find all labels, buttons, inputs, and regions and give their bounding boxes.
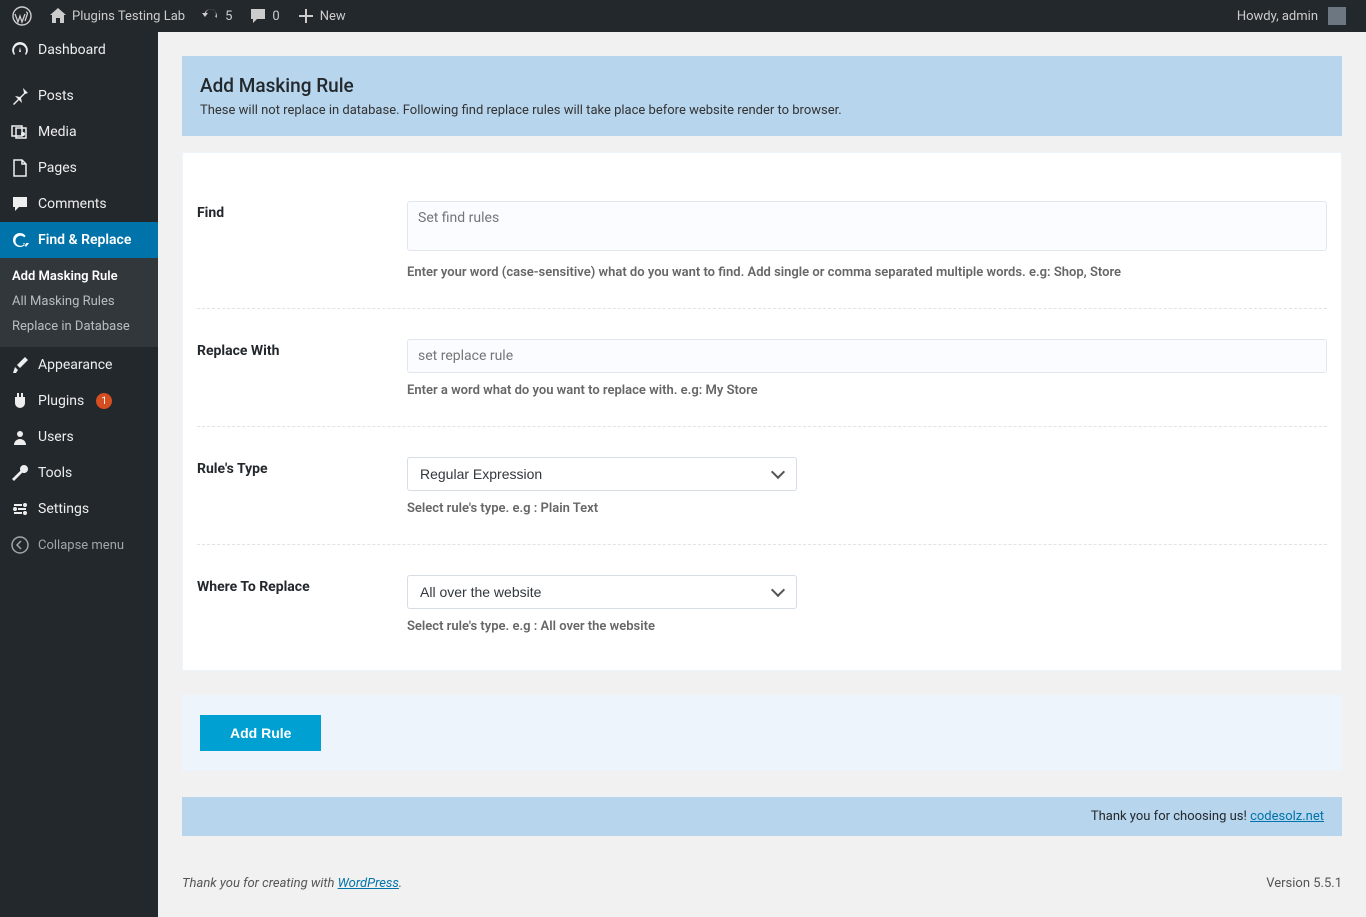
thanks-text: Thank you for choosing us! <box>1091 809 1250 824</box>
type-select[interactable]: Regular Expression <box>407 457 797 491</box>
menu-dashboard[interactable]: Dashboard <box>0 32 158 68</box>
collapse-icon <box>10 535 30 555</box>
page-header: Add Masking Rule These will not replace … <box>182 56 1342 136</box>
refresh-icon <box>201 6 221 26</box>
profile-link[interactable]: Howdy, admin <box>1229 0 1354 32</box>
menu-tools[interactable]: Tools <box>0 455 158 491</box>
footer-text: Thank you for creating with <box>182 876 338 891</box>
page-title: Add Masking Rule <box>200 74 1324 97</box>
plugin-icon <box>10 391 30 411</box>
page-icon <box>10 158 30 178</box>
submenu-replace-db[interactable]: Replace in Database <box>0 314 158 339</box>
footer-version: Version 5.5.1 <box>1266 876 1342 891</box>
type-label: Rule's Type <box>197 457 407 516</box>
comment-icon <box>248 6 268 26</box>
menu-comments[interactable]: Comments <box>0 186 158 222</box>
wrench-icon <box>10 463 30 483</box>
replace-hint: Enter a word what do you want to replace… <box>407 383 1327 398</box>
media-icon <box>10 122 30 142</box>
greeting: Howdy, admin <box>1237 9 1318 24</box>
footer-link[interactable]: WordPress <box>338 876 399 891</box>
comment-icon <box>10 194 30 214</box>
menu-find-replace[interactable]: Find & Replace <box>0 222 158 258</box>
menu-comments-label: Comments <box>38 196 107 212</box>
type-hint: Select rule's type. e.g : Plain Text <box>407 501 1327 516</box>
submenu-find-replace: Add Masking Rule All Masking Rules Repla… <box>0 258 158 347</box>
menu-media[interactable]: Media <box>0 114 158 150</box>
menu-posts[interactable]: Posts <box>0 78 158 114</box>
admin-topbar: Plugins Testing Lab 5 0 New Howdy, admin <box>0 0 1366 32</box>
updates-link[interactable]: 5 <box>193 0 240 32</box>
replace-input[interactable] <box>407 339 1327 373</box>
thanks-banner: Thank you for choosing us! codesolz.net <box>182 797 1342 836</box>
menu-dashboard-label: Dashboard <box>38 42 106 58</box>
site-name: Plugins Testing Lab <box>72 9 185 24</box>
menu-appearance-label: Appearance <box>38 357 112 373</box>
menu-pages[interactable]: Pages <box>0 150 158 186</box>
menu-tools-label: Tools <box>38 465 72 481</box>
menu-settings-label: Settings <box>38 501 89 517</box>
where-select[interactable]: All over the website <box>407 575 797 609</box>
menu-find-replace-label: Find & Replace <box>38 232 131 248</box>
collapse-label: Collapse menu <box>38 538 124 553</box>
updates-count: 5 <box>225 9 232 24</box>
find-replace-icon <box>10 230 30 250</box>
thanks-link[interactable]: codesolz.net <box>1250 809 1324 824</box>
footer: Thank you for creating with WordPress. V… <box>182 876 1342 891</box>
find-input[interactable] <box>407 201 1327 251</box>
menu-users[interactable]: Users <box>0 419 158 455</box>
pin-icon <box>10 86 30 106</box>
submenu-add-masking[interactable]: Add Masking Rule <box>0 264 158 289</box>
menu-media-label: Media <box>38 124 77 140</box>
submenu-all-masking[interactable]: All Masking Rules <box>0 289 158 314</box>
menu-users-label: Users <box>38 429 74 445</box>
comments-link[interactable]: 0 <box>240 0 287 32</box>
new-link[interactable]: New <box>288 0 354 32</box>
main-area: Add Masking Rule These will not replace … <box>158 32 1366 917</box>
user-icon <box>10 427 30 447</box>
wp-logo[interactable] <box>4 0 40 32</box>
menu-pages-label: Pages <box>38 160 77 176</box>
menu-plugins-label: Plugins <box>38 393 84 409</box>
find-label: Find <box>197 201 407 280</box>
submit-row: Add Rule <box>182 695 1342 771</box>
comments-count: 0 <box>272 9 279 24</box>
menu-settings[interactable]: Settings <box>0 491 158 527</box>
avatar <box>1328 7 1346 25</box>
collapse-menu[interactable]: Collapse menu <box>0 527 158 563</box>
site-link[interactable]: Plugins Testing Lab <box>40 0 193 32</box>
new-label: New <box>320 9 346 24</box>
where-hint: Select rule's type. e.g : All over the w… <box>407 619 1327 634</box>
replace-label: Replace With <box>197 339 407 398</box>
plus-icon <box>296 6 316 26</box>
form-card: Find Enter your word (case-sensitive) wh… <box>182 152 1342 671</box>
menu-appearance[interactable]: Appearance <box>0 347 158 383</box>
menu-posts-label: Posts <box>38 88 74 104</box>
where-label: Where To Replace <box>197 575 407 634</box>
home-icon <box>48 6 68 26</box>
find-hint: Enter your word (case-sensitive) what do… <box>407 265 1327 280</box>
menu-plugins[interactable]: Plugins 1 <box>0 383 158 419</box>
brush-icon <box>10 355 30 375</box>
admin-sidebar: Dashboard Posts Media Pages Comments Fin… <box>0 32 158 917</box>
settings-icon <box>10 499 30 519</box>
add-rule-button[interactable]: Add Rule <box>200 715 321 751</box>
dashboard-icon <box>10 40 30 60</box>
page-desc: These will not replace in database. Foll… <box>200 103 1324 118</box>
wordpress-icon <box>12 6 32 26</box>
plugins-badge: 1 <box>96 393 112 409</box>
